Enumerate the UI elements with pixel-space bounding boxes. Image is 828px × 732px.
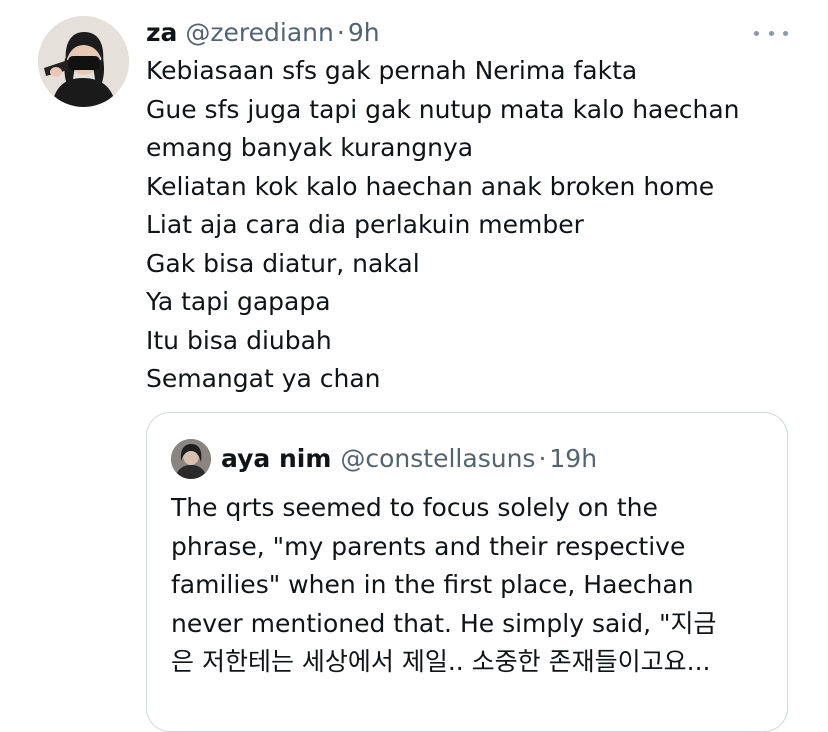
quoted-header: aya nim @constellasuns · 19h [221,441,597,477]
quoted-handle[interactable]: @constellasuns [340,441,535,477]
tweet-text-line: emang banyak kurangnya [146,133,474,162]
separator-dot: · [336,18,345,47]
avatar[interactable] [38,16,129,107]
tweet-text-line: Semangat ya chan [146,364,381,393]
quoted-timestamp[interactable]: 19h [549,441,597,477]
quoted-text-line: 은 저한테는 세상에서 제일.. 소중한 존재들이고요... [171,647,711,676]
tweet-text-line: Itu bisa diubah [146,325,332,355]
more-horizontal-icon[interactable] [754,26,788,40]
tweet-text-line: Ya tapi gapapa [146,287,331,316]
tweet-text-line: Liat aja cara dia perlakuin member [146,210,584,239]
quoted-text-line: phrase, "my parents and their respective [171,531,686,561]
tweet: za @zerediann · 9h Kebiasaan sfs gak per… [0,0,828,732]
quoted-text: The qrts seemed to focus solely on the p… [171,489,771,682]
tweet-text-line: Gue sfs juga tapi gak nutup mata kalo ha… [146,94,740,124]
tweet-text-line: Kebiasaan sfs gak pernah Nerima fakta [146,56,638,85]
tweet-text-line: Gak bisa diatur, nakal [146,248,420,278]
quoted-separator-dot: · [538,444,547,473]
quoted-text-line: families" when in the first place, Haech… [171,570,694,599]
tweet-text: Kebiasaan sfs gak pernah Nerima fakta Gu… [146,52,806,399]
quoted-tweet[interactable]: aya nim @constellasuns · 19h The qrts se… [146,412,788,732]
handle[interactable]: @zerediann [185,15,333,51]
quoted-text-line: never mentioned that. He simply said, "지… [171,608,717,638]
tweet-header: za @zerediann · 9h [146,15,380,51]
quoted-display-name[interactable]: aya nim [221,441,331,477]
tweet-text-line: Keliatan kok kalo haechan anak broken ho… [146,171,715,201]
more-dot [768,30,774,36]
display-name[interactable]: za [146,15,177,51]
timestamp[interactable]: 9h [348,15,380,51]
quoted-text-line: The qrts seemed to focus solely on the [171,493,658,522]
more-dot [754,30,759,36]
more-dot [783,30,788,36]
quoted-avatar[interactable] [171,439,211,479]
